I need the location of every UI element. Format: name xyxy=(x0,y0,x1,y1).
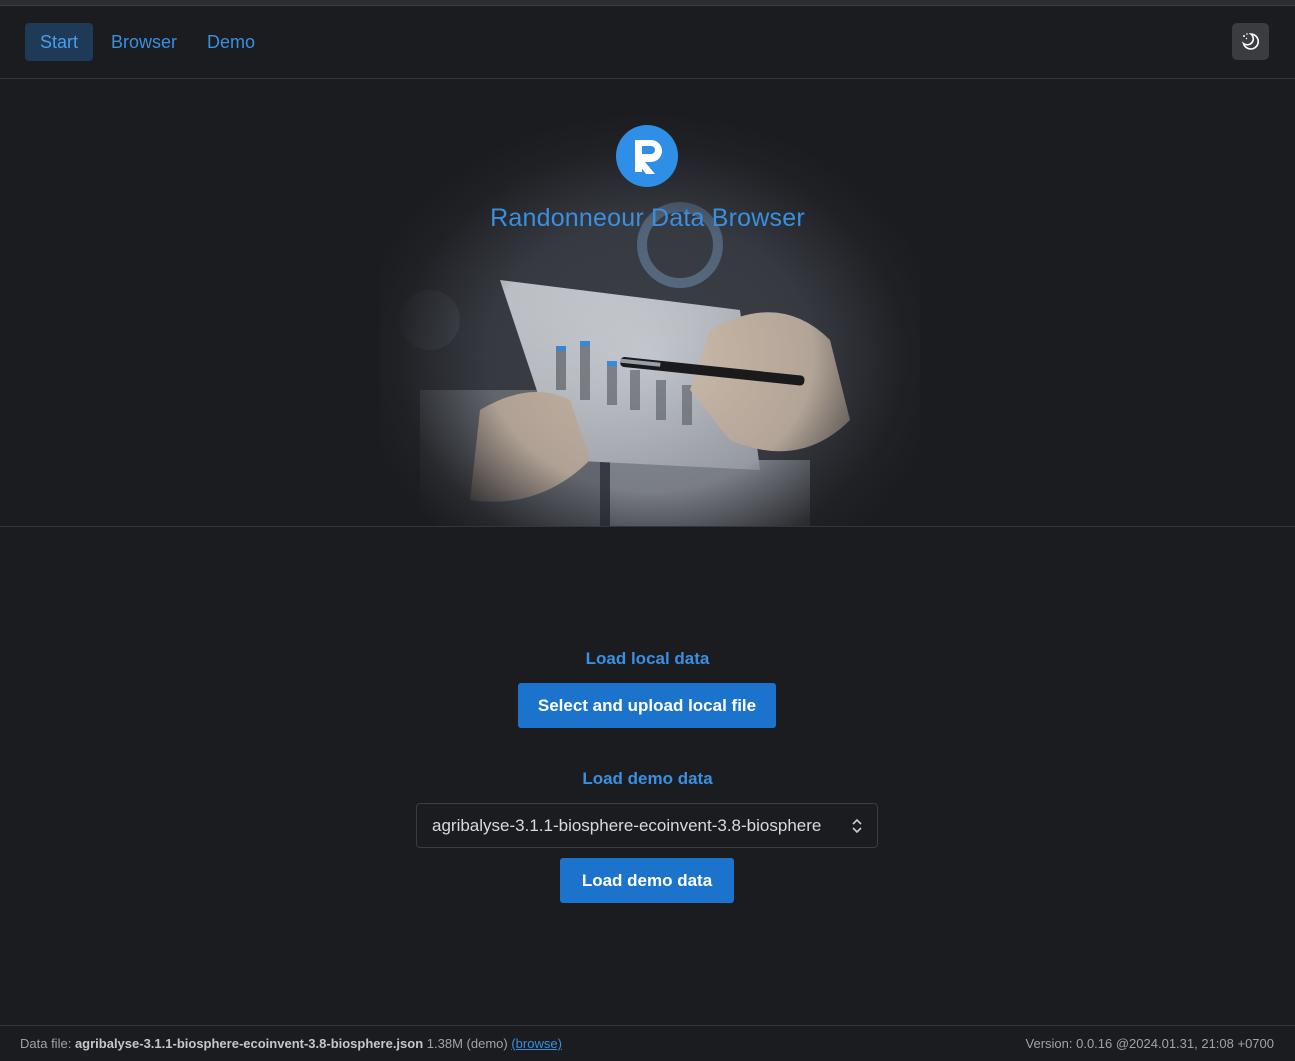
demo-dataset-select[interactable]: agribalyse-3.1.1-biosphere-ecoinvent-3.8… xyxy=(416,803,878,848)
tab-demo[interactable]: Demo xyxy=(192,23,270,61)
top-nav: Start Browser Demo xyxy=(0,5,1295,79)
data-file-info: Data file: agribalyse-3.1.1-biosphere-ec… xyxy=(20,1036,562,1051)
load-demo-data-button[interactable]: Load demo data xyxy=(560,858,734,903)
status-footer: Data file: agribalyse-3.1.1-biosphere-ec… xyxy=(0,1025,1295,1061)
moon-stars-icon xyxy=(1242,33,1260,50)
randonneur-logo-icon xyxy=(616,125,678,187)
page-title: Randonneour Data Browser xyxy=(490,204,805,232)
local-data-heading: Load local data xyxy=(585,649,710,668)
data-file-name: agribalyse-3.1.1-biosphere-ecoinvent-3.8… xyxy=(74,1036,424,1051)
theme-toggle-button[interactable] xyxy=(1232,23,1269,60)
tab-start[interactable]: Start xyxy=(25,23,94,61)
version-info: Version: 0.0.16 @2024.01.31, 21:08 +0700 xyxy=(1025,1036,1274,1051)
demo-dataset-selected-value: agribalyse-3.1.1-biosphere-ecoinvent-3.8… xyxy=(432,816,822,835)
browse-link[interactable]: (browse) xyxy=(511,1036,562,1051)
upload-local-file-button[interactable]: Select and upload local file xyxy=(518,683,776,728)
data-file-label: Data file: xyxy=(20,1036,72,1051)
tab-browser[interactable]: Browser xyxy=(96,23,192,61)
demo-data-heading: Load demo data xyxy=(582,769,713,788)
hero-section: Randonneour Data Browser xyxy=(0,80,1295,527)
data-file-meta: 1.38M (demo) xyxy=(426,1036,508,1051)
chevron-up-down-icon xyxy=(852,818,862,834)
